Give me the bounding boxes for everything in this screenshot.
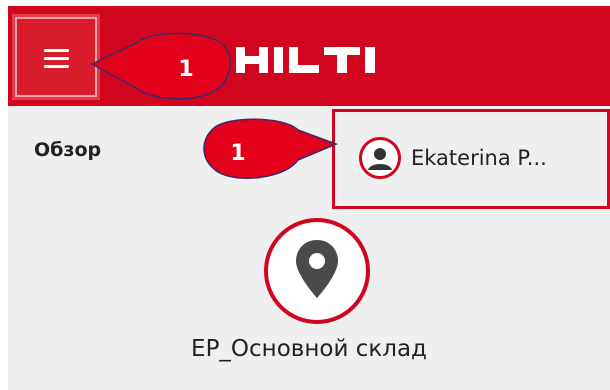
annotation-label-2: 1	[230, 141, 245, 166]
warehouse-name: EP_Основной склад	[191, 336, 427, 362]
annotation-callout-2: 1	[203, 118, 339, 179]
hilti-logo	[236, 47, 375, 73]
user-name: Ekaterina P...	[411, 146, 547, 170]
menu-button[interactable]	[12, 14, 100, 100]
annotation-label-1: 1	[178, 57, 193, 82]
user-profile-button[interactable]: Ekaterina P...	[332, 109, 610, 209]
map-pin-icon	[296, 240, 338, 298]
user-avatar-icon	[359, 137, 401, 179]
annotation-callout-1: 1	[90, 32, 231, 100]
page-title: Обзор	[34, 139, 102, 161]
location-button[interactable]	[264, 218, 370, 324]
